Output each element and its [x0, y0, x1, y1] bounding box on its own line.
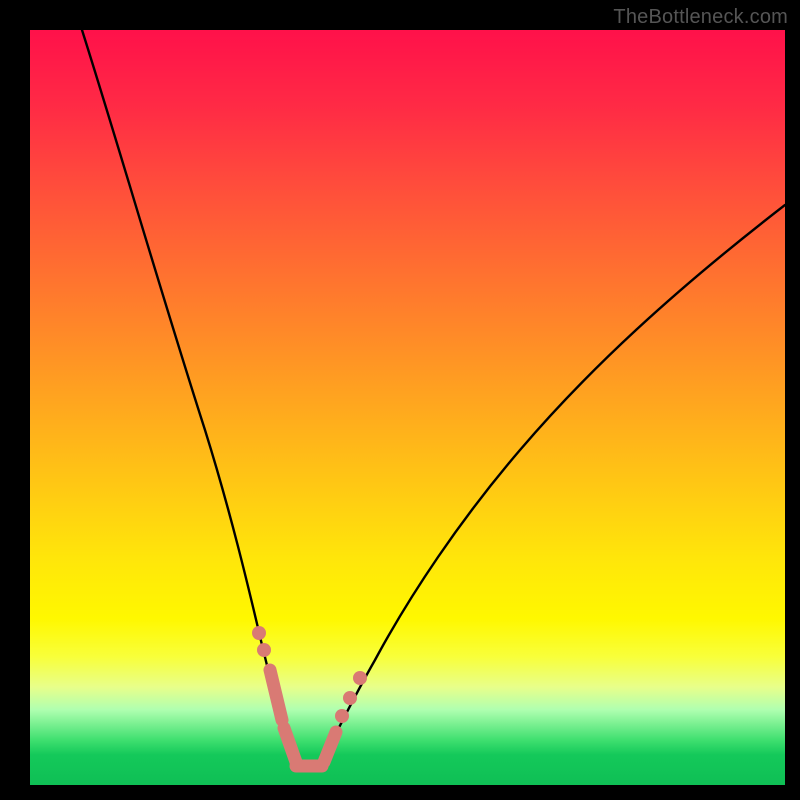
chart-frame: TheBottleneck.com: [0, 0, 800, 800]
watermark-text: TheBottleneck.com: [613, 6, 788, 29]
highlight-band: [252, 626, 367, 766]
plot-area: [30, 30, 785, 785]
curve-layer: [30, 30, 785, 785]
bottleneck-curve: [82, 30, 785, 770]
